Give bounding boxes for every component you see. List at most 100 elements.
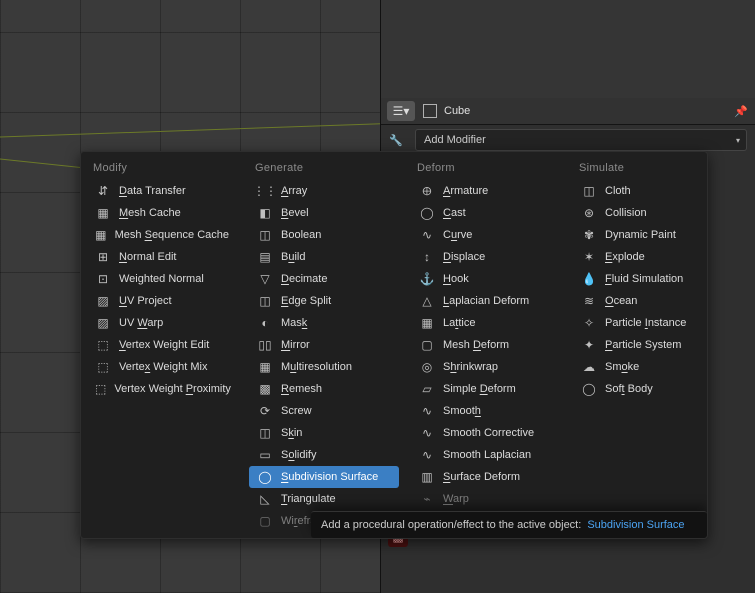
menu-item-uv-warp[interactable]: ▨UV Warp [87,312,237,334]
particle-sys-icon: ✦ [581,337,597,353]
menu-item-build[interactable]: ▤Build [249,246,399,268]
menu-item-label: Simple Deform [443,383,516,395]
menu-item-label: Normal Edit [119,251,176,263]
menu-item-surface-deform[interactable]: ▥ Surface Deform [411,466,561,488]
menu-item-data-transfer[interactable]: ⇵Data Transfer [87,180,237,202]
column-title: Modify [87,158,237,180]
tooltip-text: Add a procedural operation/effect to the… [321,519,581,531]
menu-item-explode[interactable]: ✶Explode [573,246,708,268]
menu-item-skin[interactable]: ◫Skin [249,422,399,444]
menu-item-smoke[interactable]: ☁Smoke [573,356,708,378]
menu-item-hook[interactable]: ⚓Hook [411,268,561,290]
weighted-normal-icon: ⊡ [95,271,111,287]
mirror-icon: ▯▯ [257,337,273,353]
menu-item-collision[interactable]: ⊛ Collision [573,202,708,224]
menu-item-vertex-weight-proximity[interactable]: ⬚Vertex Weight Proximity [87,378,237,400]
context-wrench-icon[interactable]: 🔧 [381,126,411,154]
menu-item-smooth-laplacian[interactable]: ∿Smooth Laplacian [411,444,561,466]
menu-item-ocean[interactable]: ≋ Ocean [573,290,708,312]
warp-icon: ⌁ [419,491,435,507]
menu-item-laplacian-deform[interactable]: △ Laplacian Deform [411,290,561,312]
object-chip[interactable]: Cube [423,104,470,118]
smooth-icon: ∿ [419,403,435,419]
vtx-weight-edit-icon: ⬚ [95,337,111,353]
menu-item-label: Displace [443,251,485,263]
menu-item-label: Surface Deform [443,471,520,483]
menu-item-label: Ocean [605,295,637,307]
menu-item-curve[interactable]: ∿Curve [411,224,561,246]
add-modifier-dropdown[interactable]: Add Modifier [415,129,747,151]
menu-item-mesh-deform[interactable]: ▢Mesh Deform [411,334,561,356]
menu-item-mesh-cache[interactable]: ▦Mesh Cache [87,202,237,224]
menu-item-weighted-normal[interactable]: ⊡ Weighted Normal [87,268,237,290]
menu-item-vertex-weight-edit[interactable]: ⬚Vertex Weight Edit [87,334,237,356]
tooltip-link: Subdivision Surface [587,519,684,531]
menu-item-lattice[interactable]: ▦Lattice [411,312,561,334]
menu-item-cloth[interactable]: ◫Cloth [573,180,708,202]
menu-item-label: Array [281,185,307,197]
menu-item-multiresolution[interactable]: ▦Multiresolution [249,356,399,378]
menu-item-particle-system[interactable]: ✦Particle System [573,334,708,356]
cast-icon: ◯ [419,205,435,221]
menu-item-label: UV Warp [119,317,163,329]
edge-split-icon: ◫ [257,293,273,309]
menu-item-label: Smooth Corrective [443,427,534,439]
pin-icon[interactable]: 📌 [733,103,749,119]
menu-item-warp[interactable]: ⌁Warp [411,488,561,510]
data-transfer-icon: ⇵ [95,183,111,199]
cloth-icon: ◫ [581,183,597,199]
menu-item-vertex-weight-mix[interactable]: ⬚Vertex Weight Mix [87,356,237,378]
menu-item-label: Weighted Normal [119,273,204,285]
column-title: Deform [411,158,561,180]
menu-item-label: Smooth [443,405,481,417]
column-simulate: Simulate◫Cloth⊛Collision✾Dynamic Paint✶E… [567,152,708,538]
explode-icon: ✶ [581,249,597,265]
menu-item-solidify[interactable]: ▭Solidify [249,444,399,466]
menu-item-simple-deform[interactable]: ▱ Simple Deform [411,378,561,400]
menu-item-label: Laplacian Deform [443,295,529,307]
menu-item-mirror[interactable]: ▯▯Mirror [249,334,399,356]
menu-item-normal-edit[interactable]: ⊞Normal Edit [87,246,237,268]
menu-item-mesh-sequence-cache[interactable]: ▦Mesh Sequence Cache [87,224,237,246]
menu-item-uv-project[interactable]: ▨UV Project [87,290,237,312]
menu-item-label: Boolean [281,229,321,241]
modifier-context-row: 🔧 Add Modifier [381,126,755,154]
menu-item-decimate[interactable]: ▽Decimate [249,268,399,290]
mesh-seq-cache-icon: ▦ [95,227,107,243]
skin-icon: ◫ [257,425,273,441]
menu-item-particle-instance[interactable]: ✧Particle Instance [573,312,708,334]
menu-item-label: Shrinkwrap [443,361,498,373]
menu-item-label: Hook [443,273,469,285]
menu-item-bevel[interactable]: ◧Bevel [249,202,399,224]
menu-item-dynamic-paint[interactable]: ✾Dynamic Paint [573,224,708,246]
menu-item-smooth[interactable]: ∿ Smooth [411,400,561,422]
surface-deform-icon: ▥ [419,469,435,485]
menu-item-armature[interactable]: 𐀏Armature [411,180,561,202]
menu-item-boolean[interactable]: ◫Boolean [249,224,399,246]
remesh-icon: ▩ [257,381,273,397]
laplacian-deform-icon: △ [419,293,435,309]
menu-item-cast[interactable]: ◯Cast [411,202,561,224]
menu-item-smooth-corrective[interactable]: ∿Smooth Corrective [411,422,561,444]
menu-item-fluid-simulation[interactable]: 💧Fluid Simulation [573,268,708,290]
vtx-weight-mix-icon: ⬚ [95,359,111,375]
editor-type-button[interactable]: ☰▾ [387,101,415,121]
menu-item-screw[interactable]: ⟳Screw [249,400,399,422]
bevel-icon: ◧ [257,205,273,221]
menu-item-triangulate[interactable]: ◺Triangulate [249,488,399,510]
menu-item-edge-split[interactable]: ◫Edge Split [249,290,399,312]
smooth-lap-icon: ∿ [419,447,435,463]
menu-item-displace[interactable]: ↕Displace [411,246,561,268]
menu-item-subdivision-surface[interactable]: ◯Subdivision Surface [249,466,399,488]
subsurf-icon: ◯ [257,469,273,485]
menu-item-array[interactable]: ⋮⋮Array [249,180,399,202]
menu-item-label: Collision [605,207,647,219]
menu-item-mask[interactable]: ◐Mask [249,312,399,334]
simple-deform-icon: ▱ [419,381,435,397]
menu-item-label: Vertex Weight Proximity [114,383,231,395]
menu-item-remesh[interactable]: ▩Remesh [249,378,399,400]
menu-item-soft-body[interactable]: ◯Soft Body [573,378,708,400]
ocean-icon: ≋ [581,293,597,309]
collision-icon: ⊛ [581,205,597,221]
menu-item-shrinkwrap[interactable]: ◎Shrinkwrap [411,356,561,378]
